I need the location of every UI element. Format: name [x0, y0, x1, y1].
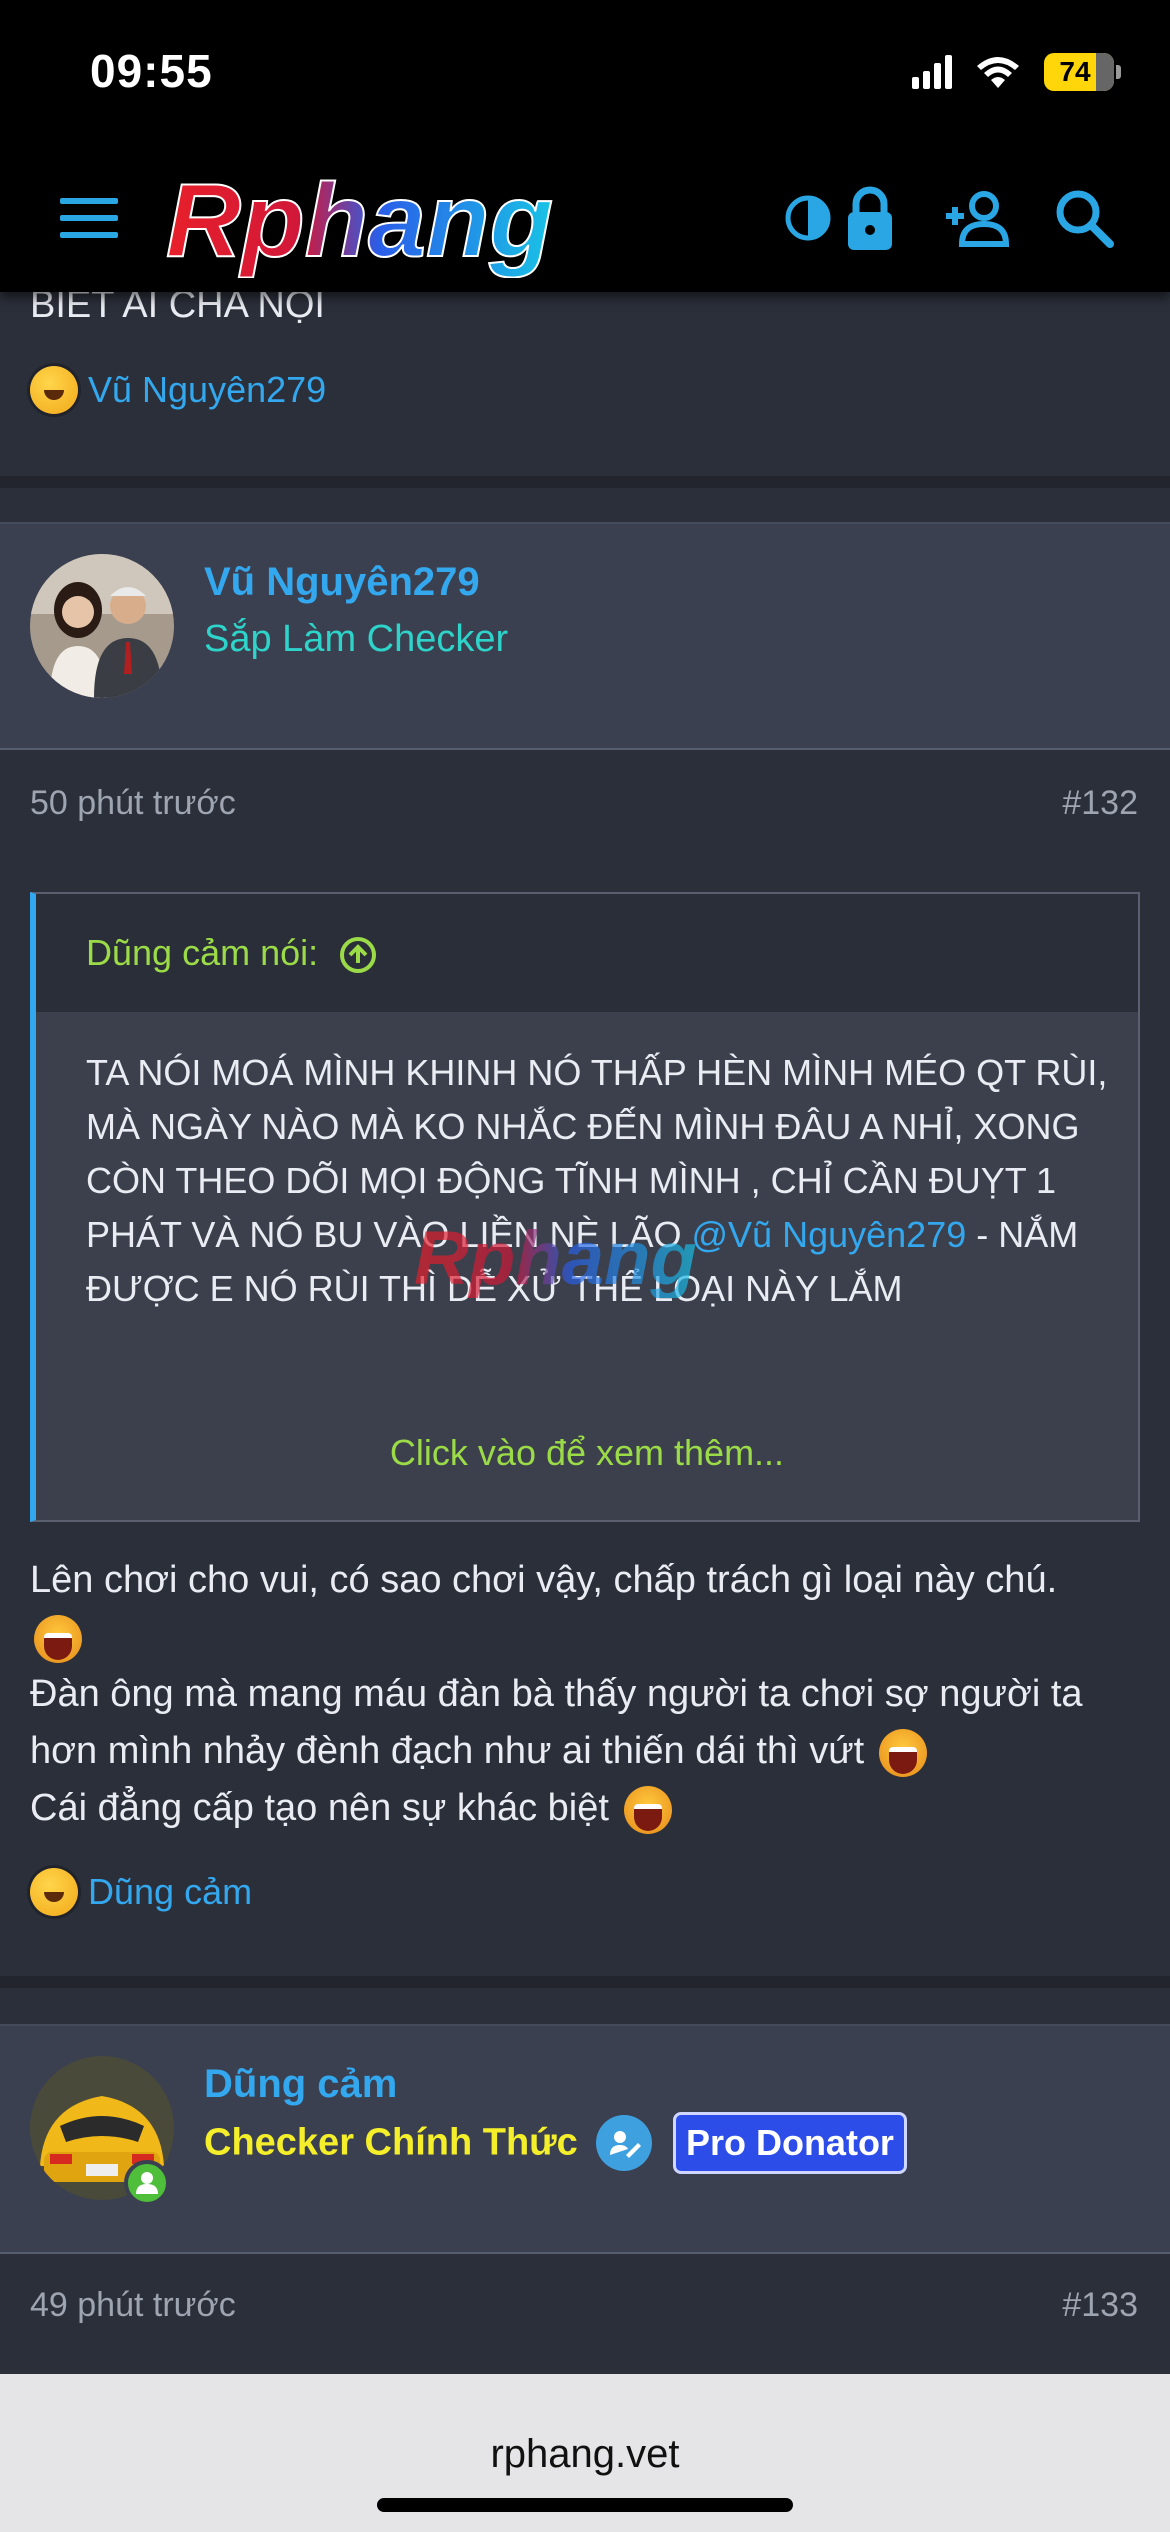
status-bar: 09:55 74: [0, 0, 1170, 150]
post-number[interactable]: #133: [1062, 2286, 1138, 2325]
svg-text:Rphang: Rphang: [414, 1218, 697, 1298]
reaction-user-link[interactable]: Dũng cảm: [88, 1871, 252, 1913]
reaction-summary[interactable]: Dũng cảm: [30, 1868, 252, 1916]
post-number[interactable]: #132: [1062, 784, 1138, 823]
message-line-1: Lên chơi cho vui, có sao chơi vậy, chấp …: [30, 1559, 1058, 1601]
expand-quote-link[interactable]: Click vào để xem thêm...: [36, 1432, 1138, 1474]
register-user-icon[interactable]: [938, 178, 1018, 258]
online-status-icon: [124, 2160, 170, 2206]
battery-icon: 74: [1044, 53, 1121, 91]
user-title: Sắp Làm Checker: [204, 618, 509, 660]
jump-to-quote-icon[interactable]: [338, 935, 378, 975]
laughing-emoji-icon: [623, 1785, 672, 1834]
status-time: 09:55: [90, 45, 213, 97]
pro-donator-badge: Pro Donator: [672, 2112, 907, 2174]
wifi-icon: [977, 57, 1019, 88]
post-author-name[interactable]: Dũng cảm: [204, 2062, 397, 2107]
svg-text:Rphang: Rphang: [166, 168, 553, 278]
battery-level: 74: [1059, 56, 1091, 87]
laughing-emoji-icon: [34, 1614, 82, 1663]
post-user-header: Dũng cảm Checker Chính Thức Pro Donator: [0, 2024, 1170, 2254]
user-title: Checker Chính Thức: [204, 2121, 578, 2164]
watermark-logo: Rphang: [414, 1218, 697, 1298]
reaction-user-link[interactable]: Vũ Nguyên279: [88, 369, 326, 411]
post-author-name[interactable]: Vũ Nguyên279: [204, 560, 480, 605]
cellular-signal-icon: [912, 55, 952, 89]
quote-author-label[interactable]: Dũng cảm nói:: [86, 932, 318, 973]
url-text[interactable]: rphang.vet: [0, 2432, 1170, 2477]
browser-address-bar[interactable]: rphang.vet: [0, 2374, 1170, 2532]
user-title-row: Checker Chính Thức Pro Donator: [204, 2112, 907, 2174]
search-icon[interactable]: [1044, 178, 1124, 258]
laughing-emoji-icon: [30, 1868, 78, 1916]
lock-icon[interactable]: [830, 178, 910, 258]
avatar[interactable]: [30, 554, 174, 698]
quote-author[interactable]: Dũng cảm nói:: [86, 932, 378, 975]
verified-checker-icon: [596, 2115, 653, 2171]
site-header: Rphang: [0, 150, 1170, 292]
post-user-header: Vũ Nguyên279 Sắp Làm Checker: [0, 522, 1170, 750]
post-timestamp[interactable]: 49 phút trước: [30, 2286, 236, 2325]
quote-block: Dũng cảm nói: TA NÓI MOÁ MÌNH KHINH NÓ T…: [30, 892, 1140, 1522]
laughing-emoji-icon: [30, 366, 78, 414]
reaction-summary[interactable]: Vũ Nguyên279: [30, 366, 326, 414]
post-message: Lên chơi cho vui, có sao chơi vậy, chấp …: [30, 1552, 1150, 1837]
post-timestamp[interactable]: 50 phút trước: [30, 784, 236, 823]
menu-icon[interactable]: [60, 198, 118, 242]
message-line-3: Cái đẳng cấp tạo nên sự khác biệt: [30, 1787, 609, 1829]
site-logo[interactable]: Rphang: [160, 168, 725, 278]
laughing-emoji-icon: [878, 1728, 927, 1777]
home-indicator[interactable]: [377, 2498, 793, 2512]
